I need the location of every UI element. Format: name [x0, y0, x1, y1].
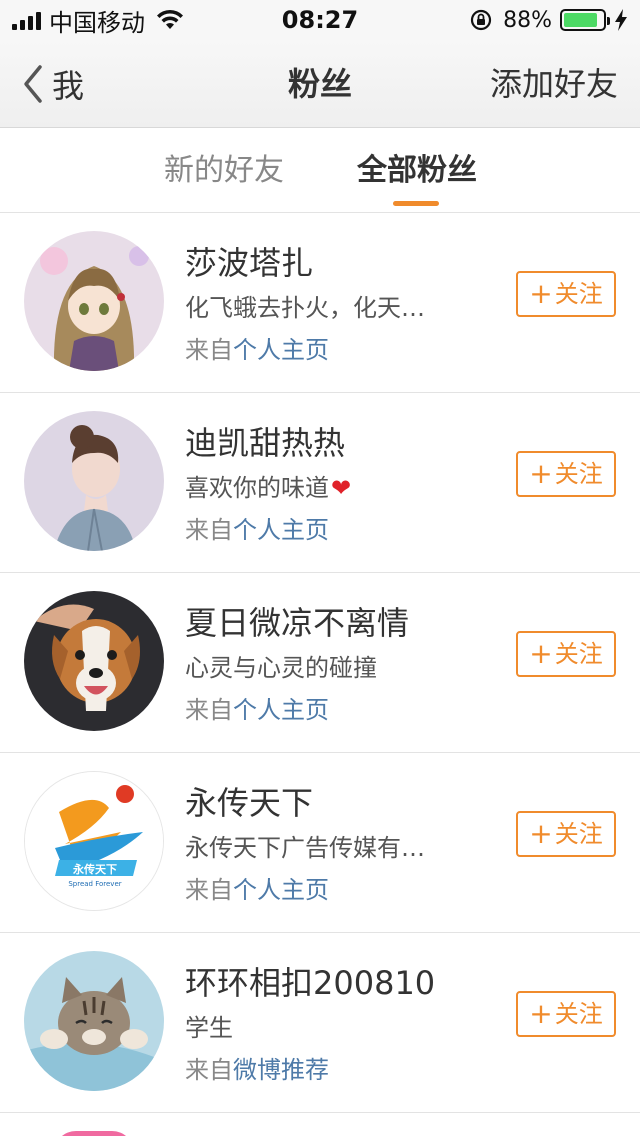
rotation-lock-icon — [470, 9, 492, 31]
company-logo-avatar-image: 永传天下 Spread Forever — [25, 772, 163, 910]
chevron-left-icon — [24, 65, 42, 103]
source-prefix: 来自 — [185, 516, 233, 544]
source-link[interactable]: 个人主页 — [233, 336, 329, 364]
follow-label: 关注 — [554, 820, 603, 848]
avatar[interactable]: 永传天下 Spread Forever — [24, 771, 164, 911]
follow-button[interactable]: + 关注 — [516, 271, 616, 317]
source-prefix: 来自 — [185, 876, 233, 904]
fan-row-partial[interactable] — [0, 1113, 640, 1136]
status-right: 88% — [469, 6, 628, 34]
fan-description: 学生 — [185, 1014, 233, 1042]
heart-icon: ❤ — [331, 474, 352, 502]
source-prefix: 来自 — [185, 1056, 233, 1084]
follow-button[interactable]: + 关注 — [516, 451, 616, 497]
fan-source: 来自个人主页 — [185, 513, 329, 547]
fan-name[interactable]: 莎波塔扎 — [185, 241, 313, 285]
plus-icon: + — [529, 817, 553, 850]
battery-icon — [560, 9, 610, 31]
source-prefix: 来自 — [185, 336, 233, 364]
fan-description-text: 喜欢你的味道 — [185, 474, 329, 502]
plus-icon: + — [529, 457, 553, 490]
fan-list: 莎波塔扎 化飞蛾去扑火，化天… 来自个人主页 + 关注 迪凯甜热热 喜欢你的味道❤ — [0, 213, 640, 1136]
fan-row[interactable]: 环环相扣200810 学生 来自微博推荐 + 关注 — [0, 933, 640, 1113]
source-link[interactable]: 个人主页 — [233, 696, 329, 724]
fan-description: 喜欢你的味道❤ — [185, 471, 351, 505]
fan-name[interactable]: 迪凯甜热热 — [185, 421, 345, 465]
battery-percent: 88% — [503, 7, 552, 33]
avatar[interactable] — [24, 591, 164, 731]
source-link[interactable]: 个人主页 — [233, 876, 329, 904]
fan-name[interactable]: 夏日微凉不离情 — [185, 601, 409, 645]
fan-description: 心灵与心灵的碰撞 — [185, 654, 377, 682]
avatar[interactable] — [24, 411, 164, 551]
girl-portrait-avatar-image — [24, 411, 164, 551]
follow-label: 关注 — [554, 1000, 603, 1028]
status-bar: 中国移动 08:27 88% — [0, 0, 640, 40]
avatar[interactable] — [24, 231, 164, 371]
fan-row[interactable]: 莎波塔扎 化飞蛾去扑火，化天… 来自个人主页 + 关注 — [0, 213, 640, 393]
nav-bar: 我 粉丝 添加好友 — [0, 40, 640, 128]
tab-active-indicator — [393, 201, 439, 206]
dog-avatar-image — [24, 591, 164, 731]
fan-row[interactable]: 永传天下 Spread Forever 永传天下 永传天下广告传媒有… 来自个人… — [0, 753, 640, 933]
source-prefix: 来自 — [185, 696, 233, 724]
back-button[interactable]: 我 — [22, 62, 84, 106]
charging-bolt-icon — [615, 9, 627, 31]
add-friend-button[interactable]: 添加好友 — [490, 62, 618, 106]
fan-source: 来自个人主页 — [185, 693, 329, 727]
plus-icon: + — [529, 277, 553, 310]
anime-girl-avatar-image — [24, 231, 164, 371]
fan-source: 来自微博推荐 — [185, 1053, 329, 1087]
follow-label: 关注 — [554, 280, 603, 308]
avatar[interactable] — [54, 1131, 134, 1136]
fan-row[interactable]: 夏日微凉不离情 心灵与心灵的碰撞 来自个人主页 + 关注 — [0, 573, 640, 753]
source-link[interactable]: 个人主页 — [233, 516, 329, 544]
plus-icon: + — [529, 997, 553, 1030]
tab-bar: 新的好友 全部粉丝 — [0, 129, 640, 213]
tab-new-friends[interactable]: 新的好友 — [164, 151, 284, 191]
follow-label: 关注 — [554, 460, 603, 488]
fan-description: 化飞蛾去扑火，化天… — [185, 294, 425, 322]
follow-button[interactable]: + 关注 — [516, 811, 616, 857]
fan-source: 来自个人主页 — [185, 333, 329, 367]
svg-text:永传天下: 永传天下 — [72, 862, 117, 876]
battery-fill — [564, 13, 598, 27]
source-link[interactable]: 微博推荐 — [233, 1056, 329, 1084]
back-label: 我 — [52, 67, 85, 105]
follow-label: 关注 — [554, 640, 603, 668]
fan-name[interactable]: 环环相扣200810 — [185, 961, 435, 1005]
fan-description: 永传天下广告传媒有… — [185, 834, 425, 862]
cat-avatar-image — [24, 951, 164, 1091]
follow-button[interactable]: + 关注 — [516, 631, 616, 677]
avatar[interactable] — [24, 951, 164, 1091]
fan-name[interactable]: 永传天下 — [185, 781, 313, 825]
fan-row[interactable]: 迪凯甜热热 喜欢你的味道❤ 来自个人主页 + 关注 — [0, 393, 640, 573]
plus-icon: + — [529, 637, 553, 670]
svg-text:Spread Forever: Spread Forever — [68, 880, 121, 888]
tab-all-fans[interactable]: 全部粉丝 — [357, 151, 477, 191]
fan-source: 来自个人主页 — [185, 873, 329, 907]
follow-button[interactable]: + 关注 — [516, 991, 616, 1037]
